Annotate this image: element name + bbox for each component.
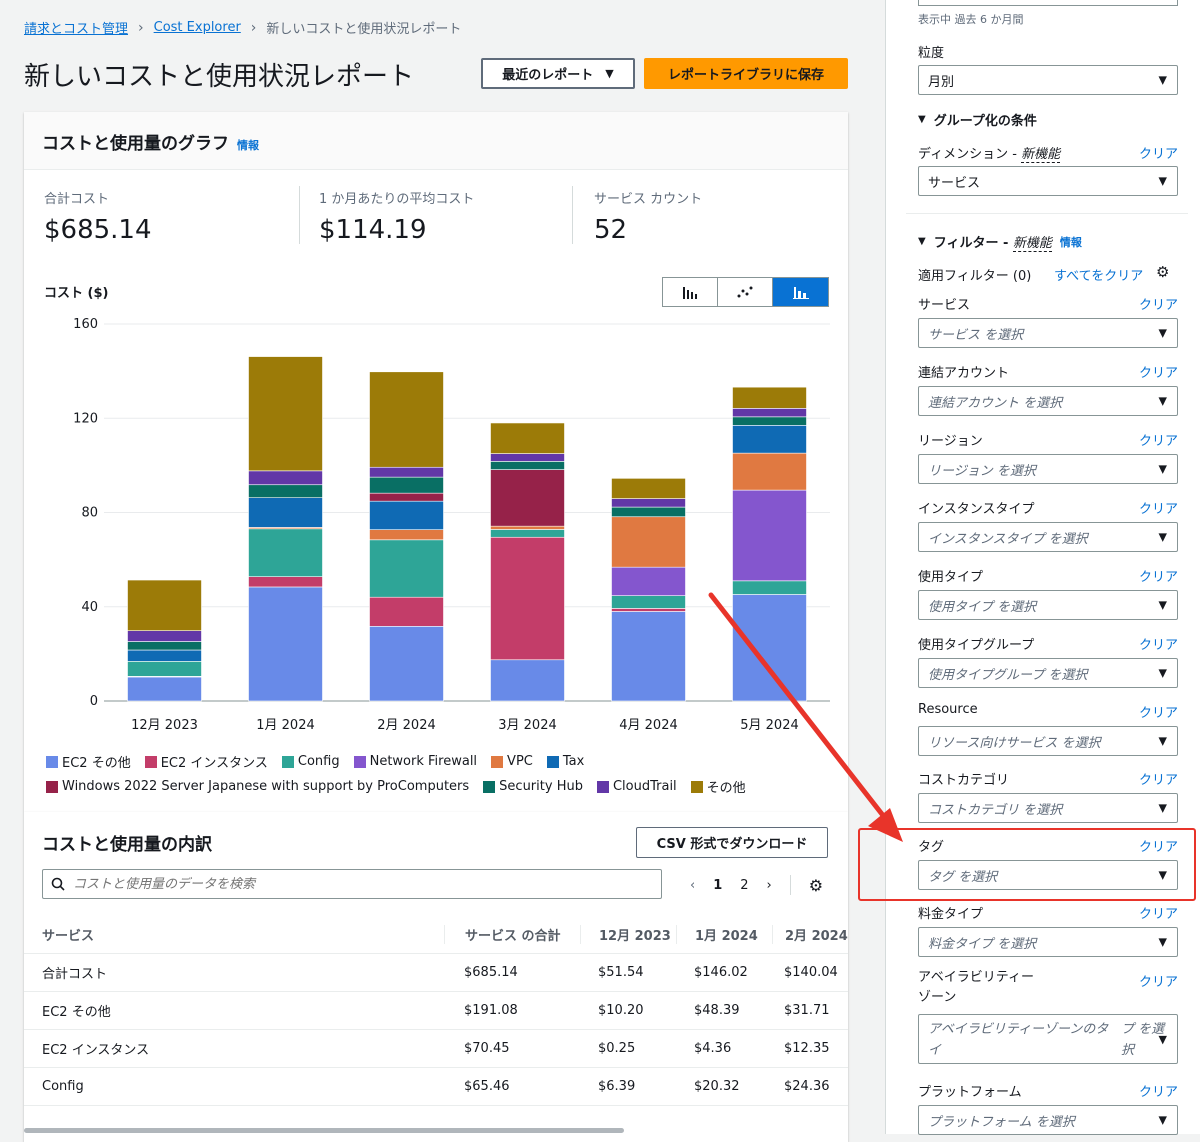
annotation-arrow: [708, 592, 903, 842]
arrow-head: [868, 808, 903, 842]
arrow-line: [708, 592, 888, 821]
